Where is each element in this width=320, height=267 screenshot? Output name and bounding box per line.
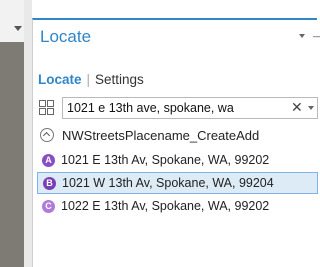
pane-options-icon[interactable] [299,34,305,38]
result-badge-icon: C [42,200,55,213]
pane-splitter[interactable] [24,0,32,267]
result-address: 1022 E 13th Av, Spokane, WA, 99202 [61,199,270,213]
locate-pane: Locate ⊣ Locate | Settings ✕ NWStreetsPlac… [32,18,320,267]
result-badge-icon: A [42,154,55,167]
pane-title: Locate [40,27,92,46]
result-item[interactable]: B 1021 W 13th Av, Spokane, WA, 99204 [37,172,318,194]
result-badge-icon: B [43,177,56,190]
chevron-down-icon[interactable] [308,106,314,110]
result-item[interactable]: A 1021 E 13th Av, Spokane, WA, 99202 [37,150,318,172]
locator-grid-icon[interactable] [39,100,55,116]
adjacent-pane [0,0,24,267]
search-box: ✕ [62,97,318,119]
tab-settings[interactable]: Settings [95,72,144,87]
clear-icon[interactable]: ✕ [291,99,303,116]
tab-locate[interactable]: Locate [38,72,82,87]
tab-divider: | [86,72,91,87]
result-address: 1021 W 13th Av, Spokane, WA, 99204 [62,176,274,190]
search-input[interactable] [67,100,282,116]
chevron-down-icon[interactable] [14,26,22,31]
pin-icon[interactable]: ⊣ [312,30,320,44]
tab-bar: Locate | Settings [38,72,144,87]
map-view-edge [0,42,24,267]
collapse-icon[interactable] [40,128,54,142]
group-label: NWStreetsPlacename_CreateAdd [62,128,260,143]
result-item[interactable]: C 1022 E 13th Av, Spokane, WA, 99202 [37,196,318,218]
search-row: ✕ [39,97,318,119]
result-address: 1021 E 13th Av, Spokane, WA, 99202 [61,153,270,167]
